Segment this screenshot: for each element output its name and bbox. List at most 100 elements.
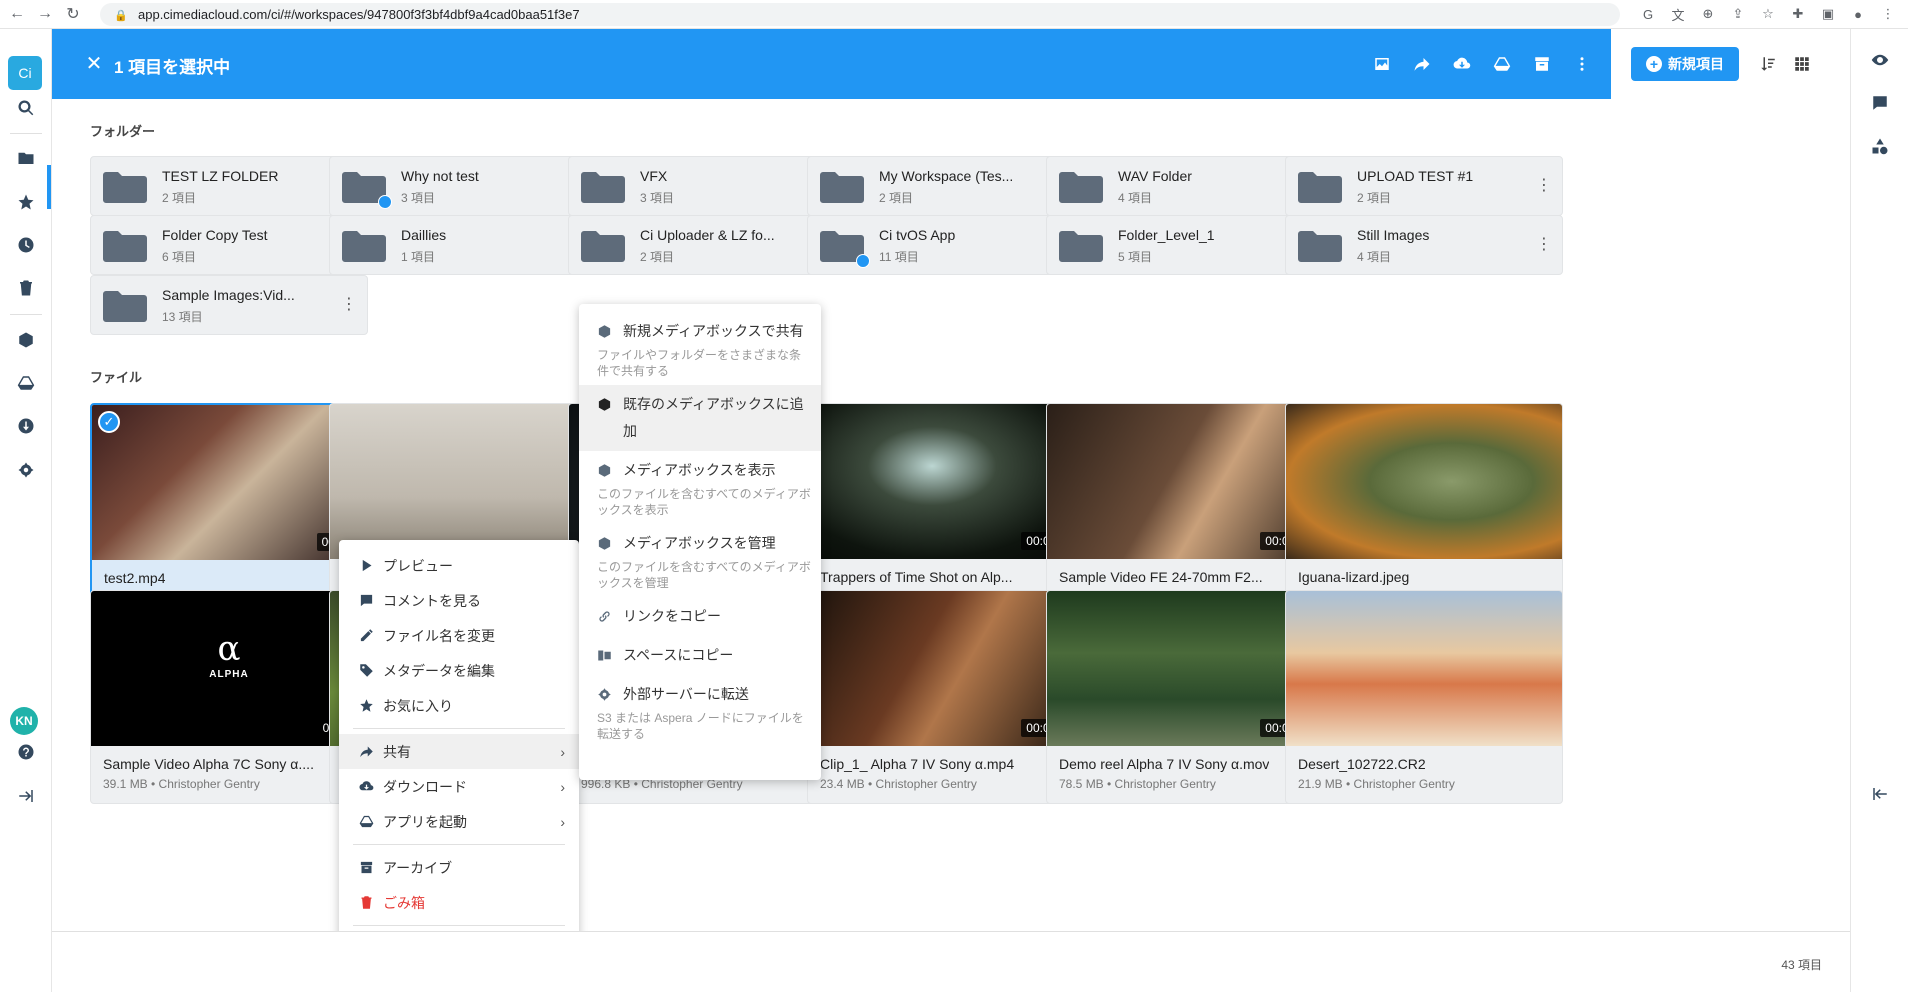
menu-item-comments[interactable]: コメントを見る xyxy=(339,583,579,618)
submenu-new-mediabox[interactable]: 新規メディアボックスで共有 ファイルやフォルダーをさまざまな条件で共有する xyxy=(579,312,821,385)
cloud-download-icon[interactable] xyxy=(1449,51,1475,77)
menu-item-favorite[interactable]: お気に入り xyxy=(339,688,579,723)
file-thumbnail[interactable] xyxy=(1286,404,1562,559)
folder-card[interactable]: Still Images 4 項目 ⋮ xyxy=(1285,215,1563,275)
file-card[interactable]: 00:00:51Clip_1_ Alpha 7 IV Sony α.mp423.… xyxy=(807,590,1085,804)
folder-card[interactable]: Daillies1 項目⋮ xyxy=(329,215,607,275)
menu-item-launch-app[interactable]: アプリを起動 › xyxy=(339,804,579,839)
forward-arrow-icon[interactable]: → xyxy=(34,3,56,25)
app-logo[interactable]: Ci xyxy=(8,56,42,90)
more-vertical-icon[interactable]: ⋮ xyxy=(341,294,357,316)
folder-card[interactable]: Folder_Level_15 項目⋮ xyxy=(1046,215,1324,275)
checkmark-icon[interactable]: ✓ xyxy=(98,411,120,433)
grid-view-icon[interactable] xyxy=(1791,53,1813,75)
eye-icon[interactable] xyxy=(1869,49,1891,71)
zoom-icon[interactable]: ⊕ xyxy=(1698,4,1718,24)
more-vertical-icon[interactable] xyxy=(1569,51,1595,77)
clock-icon[interactable] xyxy=(13,232,39,258)
browser-toolbar: ← → ↻ 🔒 app.cimediacloud.com/ci/#/worksp… xyxy=(0,0,1908,29)
folder-card[interactable]: Ci tvOS App11 項目⋮ xyxy=(807,215,1085,275)
image-icon[interactable] xyxy=(1369,51,1395,77)
sidebar-toggle-icon[interactable]: ▣ xyxy=(1818,4,1838,24)
new-item-button[interactable]: + 新規項目 xyxy=(1631,47,1739,81)
translate-icon[interactable]: 文 xyxy=(1668,4,1688,24)
target-icon[interactable] xyxy=(13,457,39,483)
menu-item-trash[interactable]: ごみ箱 xyxy=(339,885,579,920)
trash-icon xyxy=(357,894,375,912)
file-card[interactable]: Desert_102722.CR2 21.9 MB • Christopher G… xyxy=(1285,590,1563,804)
folder-name: VFX xyxy=(640,168,668,184)
submenu-transfer-external[interactable]: 外部サーバーに転送 S3 または Aspera ノードにファイルを転送する xyxy=(579,675,821,748)
folder-name: WAV Folder xyxy=(1118,168,1192,184)
more-vertical-icon[interactable]: ⋮ xyxy=(1536,175,1552,197)
file-card[interactable]: αALPHA00:01:Sample Video Alpha 7C Sony α… xyxy=(90,590,368,804)
submenu-manage-mediabox[interactable]: メディアボックスを管理 このファイルを含むすべてのメディアボックスを管理 xyxy=(579,524,821,597)
folder-icon[interactable] xyxy=(13,145,39,171)
file-thumbnail[interactable] xyxy=(330,404,606,559)
menu-item-preview[interactable]: プレビュー xyxy=(339,548,579,583)
menu-item-edit-metadata[interactable]: メタデータを編集 xyxy=(339,653,579,688)
google-icon[interactable]: G xyxy=(1638,4,1658,24)
archive-icon[interactable] xyxy=(1529,51,1555,77)
drive-icon[interactable] xyxy=(13,370,39,396)
right-sidebar xyxy=(1850,29,1908,992)
help-icon[interactable] xyxy=(13,739,39,765)
more-vertical-icon[interactable]: ⋮ xyxy=(1536,234,1552,256)
search-icon[interactable] xyxy=(13,95,39,121)
mediabox-cube-icon[interactable] xyxy=(13,327,39,353)
trash-icon[interactable] xyxy=(13,275,39,301)
reload-icon[interactable]: ↻ xyxy=(62,3,84,25)
folder-card[interactable]: Ci Uploader & LZ fo...2 項目⋮ xyxy=(568,215,846,275)
collapse-panel-icon[interactable] xyxy=(1869,783,1891,805)
folder-icon xyxy=(581,171,625,203)
folder-card[interactable]: My Workspace (Tes...2 項目⋮ xyxy=(807,156,1085,216)
drive-upload-icon[interactable] xyxy=(1489,51,1515,77)
close-icon[interactable]: ✕ xyxy=(82,51,106,75)
avatar[interactable]: KN xyxy=(10,707,38,735)
profile-icon[interactable]: ● xyxy=(1848,4,1868,24)
bookmark-star-icon[interactable]: ☆ xyxy=(1758,4,1778,24)
file-card[interactable]: 00:10:✓test2.mp4601.7 MB • Kaz Nishimoto xyxy=(90,403,368,617)
file-name: Sample Video Alpha 7C Sony α.... xyxy=(103,756,313,772)
submenu-copy-to-space[interactable]: スペースにコピー xyxy=(579,636,821,675)
submenu-copy-link[interactable]: リンクをコピー xyxy=(579,597,821,636)
shapes-icon[interactable] xyxy=(1869,135,1891,157)
folder-card[interactable]: WAV Folder4 項目⋮ xyxy=(1046,156,1324,216)
folder-icon xyxy=(1298,230,1342,262)
file-card[interactable]: 00:03:04Demo reel Alpha 7 IV Sony α.mov7… xyxy=(1046,590,1324,804)
folder-card[interactable]: TEST LZ FOLDER2 項目⋮ xyxy=(90,156,368,216)
folder-card[interactable]: UPLOAD TEST #1 2 項目 ⋮ xyxy=(1285,156,1563,216)
file-thumbnail[interactable] xyxy=(1286,591,1562,746)
file-card[interactable]: 00:01:31Sample Video FE 24-70mm F2...23.… xyxy=(1046,403,1324,617)
file-card[interactable]: 00:03:40Trappers of Time Shot on Alp...6… xyxy=(807,403,1085,617)
browser-menu-icon[interactable]: ⋮ xyxy=(1878,4,1898,24)
submenu-add-existing-mediabox[interactable]: 既存のメディアボックスに追加 xyxy=(579,385,821,451)
address-bar[interactable]: 🔒 app.cimediacloud.com/ci/#/workspaces/9… xyxy=(100,3,1620,26)
file-name: Clip_1_ Alpha 7 IV Sony α.mp4 xyxy=(820,756,1015,772)
back-arrow-icon[interactable]: ← xyxy=(6,3,28,25)
logout-icon[interactable] xyxy=(13,783,39,809)
folder-card[interactable]: Folder Copy Test6 項目⋮ xyxy=(90,215,368,275)
share-page-icon[interactable]: ⇪ xyxy=(1728,4,1748,24)
folder-name: Daillies xyxy=(401,227,447,243)
file-name: test2.mp4 xyxy=(104,570,166,586)
comment-icon[interactable] xyxy=(1869,92,1891,114)
share-arrow-icon[interactable] xyxy=(1409,51,1435,77)
submenu-view-mediabox[interactable]: メディアボックスを表示 このファイルを含むすべてのメディアボックスを表示 xyxy=(579,451,821,524)
plus-icon: + xyxy=(1646,56,1662,72)
archive-icon xyxy=(357,859,375,877)
star-icon[interactable] xyxy=(13,189,39,215)
header-actions: + 新規項目 xyxy=(1611,29,1850,99)
menu-item-rename[interactable]: ファイル名を変更 xyxy=(339,618,579,653)
extensions-icon[interactable]: ✚ xyxy=(1788,4,1808,24)
file-card[interactable]: Iguana-lizard.jpeg1.6 MB • Christopher G… xyxy=(1285,403,1563,617)
menu-item-archive[interactable]: アーカイブ xyxy=(339,850,579,885)
folder-card[interactable]: Sample Images:Vid... 13 項目 ⋮ xyxy=(90,275,368,335)
file-name: Trappers of Time Shot on Alp... xyxy=(820,569,1013,585)
menu-item-download[interactable]: ダウンロード › xyxy=(339,769,579,804)
sort-icon[interactable] xyxy=(1757,53,1779,75)
download-circle-icon[interactable] xyxy=(13,413,39,439)
folder-card[interactable]: Why not test3 項目⋮ xyxy=(329,156,607,216)
menu-item-share[interactable]: 共有 › xyxy=(339,734,579,769)
folder-card[interactable]: VFX3 項目⋮ xyxy=(568,156,846,216)
